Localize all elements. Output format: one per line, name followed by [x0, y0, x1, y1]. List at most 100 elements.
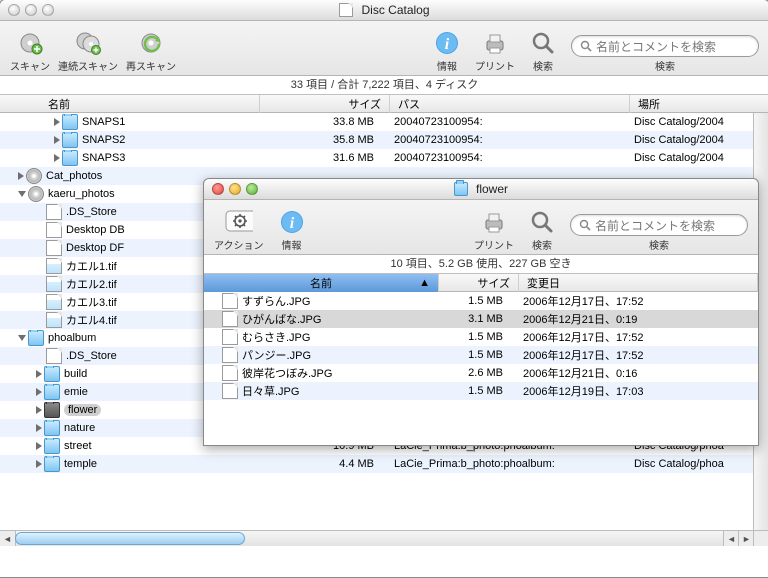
- file-icon: [222, 365, 238, 381]
- header-size[interactable]: サイズ: [260, 95, 390, 113]
- table-row[interactable]: パンジー.JPG1.5 MB2006年12月17日、17:52: [204, 346, 758, 364]
- file-icon: [222, 347, 238, 363]
- row-date: 2006年12月21日、0:16: [519, 365, 758, 381]
- magnifier-icon: [529, 29, 557, 57]
- row-location: Disc Catalog/2004: [630, 134, 768, 146]
- gear-icon: [225, 208, 253, 236]
- resize-corner[interactable]: [753, 530, 768, 546]
- folder-icon: [44, 402, 60, 418]
- row-name: street: [64, 440, 92, 452]
- disclosure-right-icon[interactable]: [36, 406, 42, 414]
- disclosure-right-icon[interactable]: [54, 118, 60, 126]
- folder-icon: [44, 420, 60, 436]
- table-row[interactable]: SNAPS331.6 MB20040723100954:Disc Catalog…: [0, 149, 768, 167]
- horizontal-scrollbar[interactable]: ◄ ◄ ►: [0, 530, 754, 546]
- row-name: カエル1.tif: [66, 258, 117, 274]
- row-size: 31.6 MB: [260, 152, 390, 164]
- info-button[interactable]: i 情報: [272, 208, 312, 252]
- table-row[interactable]: ひがんばな.JPG3.1 MB2006年12月21日、0:19: [204, 310, 758, 328]
- search-input[interactable]: 名前とコメントを検索: [571, 35, 759, 57]
- row-name: Cat_photos: [46, 170, 102, 182]
- table-row[interactable]: すずらん.JPG1.5 MB2006年12月17日、17:52: [204, 292, 758, 310]
- header-size[interactable]: サイズ: [439, 274, 519, 292]
- search-button[interactable]: 検索: [522, 208, 562, 252]
- search-field-label: 検索: [649, 237, 669, 252]
- disclosure-right-icon[interactable]: [36, 388, 42, 396]
- disclosure-down-icon[interactable]: [18, 191, 26, 197]
- sub-titlebar[interactable]: flower: [204, 179, 758, 200]
- row-date: 2006年12月19日、17:03: [519, 383, 758, 399]
- print-button[interactable]: プリント: [474, 208, 514, 252]
- scroll-thumb[interactable]: [15, 532, 245, 545]
- image-file-icon: [46, 276, 62, 292]
- disclosure-right-icon[interactable]: [54, 154, 60, 162]
- table-row[interactable]: SNAPS133.8 MB20040723100954:Disc Catalog…: [0, 113, 768, 131]
- row-name: カエル2.tif: [66, 276, 117, 292]
- table-row[interactable]: 彼岸花つぼみ.JPG2.6 MB2006年12月21日、0:16: [204, 364, 758, 382]
- row-name: Desktop DF: [66, 242, 124, 254]
- row-path: 20040723100954:: [390, 152, 630, 164]
- scroll-left2-button[interactable]: ◄: [723, 531, 739, 546]
- sub-headers: 名前▲ サイズ 変更日: [204, 274, 758, 292]
- main-titlebar[interactable]: Disc Catalog: [0, 0, 768, 21]
- disclosure-right-icon[interactable]: [36, 370, 42, 378]
- row-size: 1.5 MB: [439, 295, 519, 307]
- file-icon: [46, 240, 62, 256]
- row-name: SNAPS2: [82, 134, 125, 146]
- row-size: 1.5 MB: [439, 349, 519, 361]
- row-name: パンジー.JPG: [242, 347, 311, 363]
- document-icon: [339, 3, 353, 17]
- file-icon: [222, 383, 238, 399]
- header-path[interactable]: パス: [390, 95, 630, 113]
- action-button[interactable]: アクション: [214, 208, 264, 252]
- disclosure-right-icon[interactable]: [36, 442, 42, 450]
- search-button[interactable]: 検索: [523, 29, 563, 73]
- file-icon: [46, 222, 62, 238]
- scroll-left-button[interactable]: ◄: [0, 531, 16, 546]
- sub-status: 10 項目、5.2 GB 使用、227 GB 空き: [204, 255, 758, 274]
- row-date: 2006年12月17日、17:52: [519, 329, 758, 345]
- scan-icon: [16, 29, 44, 57]
- continuous-scan-button[interactable]: 連続スキャン: [58, 29, 118, 73]
- row-size: 2.6 MB: [439, 367, 519, 379]
- info-button[interactable]: i 情報: [427, 29, 467, 73]
- row-name: SNAPS1: [82, 116, 125, 128]
- row-name: build: [64, 368, 87, 380]
- search-icon: [579, 219, 591, 231]
- table-row[interactable]: むらさき.JPG1.5 MB2006年12月17日、17:52: [204, 328, 758, 346]
- row-size: 33.8 MB: [260, 116, 390, 128]
- svg-text:i: i: [445, 36, 450, 53]
- header-location[interactable]: 場所: [630, 95, 768, 113]
- print-button[interactable]: プリント: [475, 29, 515, 73]
- disclosure-right-icon[interactable]: [54, 136, 60, 144]
- row-size: 3.1 MB: [439, 313, 519, 325]
- header-date[interactable]: 変更日: [519, 274, 758, 292]
- rescan-button[interactable]: 再スキャン: [126, 29, 176, 73]
- row-name: すずらん.JPG: [242, 293, 310, 309]
- folder-icon: [44, 456, 60, 472]
- table-row[interactable]: 日々草.JPG1.5 MB2006年12月19日、17:03: [204, 382, 758, 400]
- disclosure-right-icon[interactable]: [18, 172, 24, 180]
- printer-icon: [480, 208, 508, 236]
- header-name[interactable]: 名前▲: [204, 274, 439, 292]
- search-input[interactable]: 名前とコメントを検索: [570, 214, 748, 236]
- scroll-right-button[interactable]: ►: [738, 531, 754, 546]
- info-icon: i: [433, 29, 461, 57]
- table-row[interactable]: temple4.4 MBLaCie_Prima:b_photo:phoalbum…: [0, 455, 768, 473]
- table-row[interactable]: SNAPS235.8 MB20040723100954:Disc Catalog…: [0, 131, 768, 149]
- sub-body: すずらん.JPG1.5 MB2006年12月17日、17:52ひがんばな.JPG…: [204, 292, 758, 435]
- header-name[interactable]: 名前: [0, 95, 260, 113]
- printer-icon: [481, 29, 509, 57]
- sub-toolbar: アクション i 情報 プリント 検索 名前とコメントを検索 検索: [204, 200, 758, 255]
- disclosure-right-icon[interactable]: [36, 424, 42, 432]
- disclosure-right-icon[interactable]: [36, 460, 42, 468]
- rescan-icon: [137, 29, 165, 57]
- scan-button[interactable]: スキャン: [10, 29, 50, 73]
- row-name: kaeru_photos: [48, 188, 115, 200]
- row-date: 2006年12月21日、0:19: [519, 311, 758, 327]
- disclosure-down-icon[interactable]: [18, 335, 26, 341]
- continuous-scan-icon: [74, 29, 102, 57]
- row-name: phoalbum: [48, 332, 96, 344]
- folder-icon: [454, 182, 468, 196]
- window-title: Disc Catalog: [0, 3, 768, 17]
